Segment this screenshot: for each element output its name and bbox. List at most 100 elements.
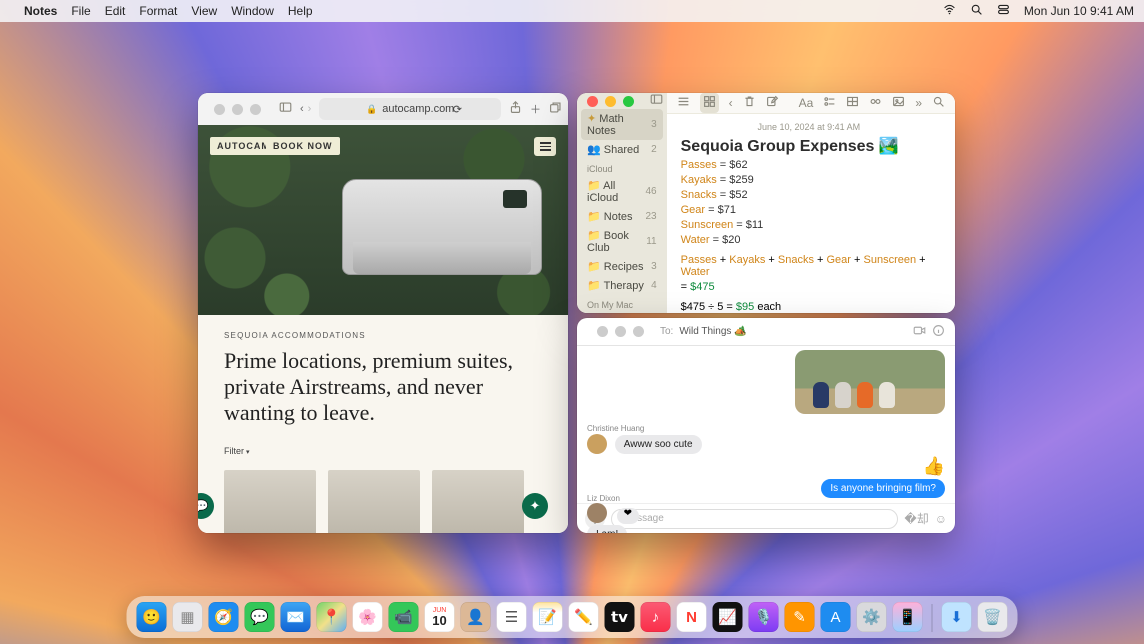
sidebar-item-math-notes[interactable]: ✦ Math Notes 3 bbox=[581, 109, 663, 140]
format-icon[interactable]: Aa bbox=[799, 96, 814, 110]
chat-fab-icon[interactable]: 💬 bbox=[198, 493, 214, 519]
view-grid-icon[interactable] bbox=[700, 93, 719, 113]
incoming-message[interactable]: Awww soo cute bbox=[615, 435, 702, 454]
dock-tv-icon[interactable]: 𝘁𝘃 bbox=[605, 602, 635, 632]
dock-contacts-icon[interactable]: 👤 bbox=[461, 602, 491, 632]
accessibility-fab-icon[interactable]: ✦ bbox=[522, 493, 548, 519]
back-icon[interactable]: ‹ bbox=[300, 103, 304, 115]
new-tab-icon[interactable]: ＋ bbox=[530, 101, 541, 117]
menu-edit[interactable]: Edit bbox=[105, 4, 126, 18]
share-icon[interactable] bbox=[509, 101, 522, 117]
hamburger-menu-icon[interactable] bbox=[534, 137, 556, 156]
outgoing-message[interactable]: Is anyone bringing film? bbox=[821, 479, 945, 498]
menu-format[interactable]: Format bbox=[139, 4, 177, 18]
notes-toolbar: ‹ Aa » bbox=[667, 93, 955, 114]
view-list-icon[interactable] bbox=[677, 95, 690, 111]
thumbnail[interactable] bbox=[328, 470, 420, 533]
dock-music-icon[interactable]: ♪ bbox=[641, 602, 671, 632]
sidebar-section-on-my-mac: On My Mac bbox=[577, 295, 667, 312]
message-input[interactable]: iMessage bbox=[611, 509, 898, 529]
close-button[interactable] bbox=[587, 96, 598, 107]
dock-messages-icon[interactable]: 💬 bbox=[245, 602, 275, 632]
dictation-icon[interactable]: �却 bbox=[904, 510, 928, 527]
dock-iphone-mirroring-icon[interactable]: 📱 bbox=[893, 602, 923, 632]
menu-window[interactable]: Window bbox=[231, 4, 274, 18]
sidebar-item-all-icloud[interactable]: 📁 All iCloud46 bbox=[577, 176, 667, 207]
minimize-button[interactable] bbox=[605, 96, 616, 107]
sidebar-item-notes[interactable]: 📁 Notes23 bbox=[577, 207, 667, 226]
thumbnail[interactable] bbox=[224, 470, 316, 533]
shared-photo[interactable] bbox=[795, 350, 945, 414]
more-icon[interactable]: » bbox=[915, 96, 922, 110]
incoming-message[interactable]: I am! bbox=[587, 525, 627, 533]
filter-dropdown[interactable]: Filter bbox=[224, 446, 542, 456]
facetime-icon[interactable] bbox=[913, 324, 926, 340]
zoom-button[interactable] bbox=[623, 96, 634, 107]
conversation: Christine Huang Awww soo cute 👍 Is anyon… bbox=[577, 346, 955, 503]
media-icon[interactable] bbox=[892, 95, 905, 111]
zoom-button[interactable] bbox=[633, 326, 644, 337]
compose-icon[interactable] bbox=[766, 95, 779, 111]
dock-notes-icon[interactable]: 📝 bbox=[533, 602, 563, 632]
link-icon[interactable] bbox=[869, 95, 882, 111]
emoji-picker-icon[interactable]: ☺ bbox=[935, 512, 947, 526]
dock-downloads-icon[interactable]: ⬇ bbox=[942, 602, 972, 632]
page-content: SEQUOIA ACCOMMODATIONS Prime locations, … bbox=[198, 315, 568, 533]
zoom-button[interactable] bbox=[250, 104, 261, 115]
dock-mail-icon[interactable]: ✉️ bbox=[281, 602, 311, 632]
wifi-icon[interactable] bbox=[943, 3, 956, 19]
address-bar[interactable]: autocamp.com ⟳ bbox=[319, 98, 501, 120]
delete-icon[interactable] bbox=[743, 95, 756, 111]
table-icon[interactable] bbox=[846, 95, 859, 111]
note-date: June 10, 2024 at 9:41 AM bbox=[681, 122, 937, 132]
forward-icon[interactable]: › bbox=[308, 103, 312, 115]
dock-finder-icon[interactable]: 🙂 bbox=[137, 602, 167, 632]
hero-image: AUTOCAMP BOOK NOW bbox=[198, 125, 568, 315]
dock-news-icon[interactable]: N bbox=[677, 602, 707, 632]
dock-safari-icon[interactable]: 🧭 bbox=[209, 602, 239, 632]
dock-podcasts-icon[interactable]: 🎙️ bbox=[749, 602, 779, 632]
menubar-clock[interactable]: Mon Jun 10 9:41 AM bbox=[1024, 4, 1134, 18]
dock-facetime-icon[interactable]: 📹 bbox=[389, 602, 419, 632]
note-content[interactable]: June 10, 2024 at 9:41 AM Sequoia Group E… bbox=[667, 114, 955, 313]
minimize-button[interactable] bbox=[232, 104, 243, 115]
close-button[interactable] bbox=[597, 326, 608, 337]
tabs-icon[interactable] bbox=[549, 101, 562, 117]
book-now-button[interactable]: BOOK NOW bbox=[266, 137, 340, 155]
reload-icon[interactable]: ⟳ bbox=[453, 103, 462, 116]
dock-freeform-icon[interactable]: ✏️ bbox=[569, 602, 599, 632]
thumbnail[interactable] bbox=[432, 470, 524, 533]
minimize-button[interactable] bbox=[615, 326, 626, 337]
close-button[interactable] bbox=[214, 104, 225, 115]
sidebar-toggle-icon[interactable] bbox=[279, 101, 292, 117]
menu-file[interactable]: File bbox=[71, 4, 90, 18]
sidebar-item-book-club[interactable]: 📁 Book Club11 bbox=[577, 226, 667, 257]
dock-pages-icon[interactable]: ✎ bbox=[785, 602, 815, 632]
menu-view[interactable]: View bbox=[191, 4, 217, 18]
checklist-icon[interactable] bbox=[823, 95, 836, 111]
notes-window: ✦ Math Notes 3 👥 Shared 2 iCloud 📁 All i… bbox=[577, 93, 955, 313]
dock-appstore-icon[interactable]: A bbox=[821, 602, 851, 632]
dock-maps-icon[interactable]: 📍 bbox=[317, 602, 347, 632]
menu-help[interactable]: Help bbox=[288, 4, 313, 18]
sidebar-item-shared[interactable]: 👥 Shared 2 bbox=[577, 140, 667, 159]
sidebar-item-therapy[interactable]: 📁 Therapy4 bbox=[577, 276, 667, 295]
sidebar-item-recipes[interactable]: 📁 Recipes3 bbox=[577, 257, 667, 276]
search-icon[interactable] bbox=[970, 3, 983, 19]
menubar-app-name[interactable]: Notes bbox=[24, 4, 57, 18]
search-icon[interactable] bbox=[932, 95, 945, 111]
back-icon[interactable]: ‹ bbox=[729, 96, 733, 110]
dock-reminders-icon[interactable]: ☰ bbox=[497, 602, 527, 632]
dock-stocks-icon[interactable]: 📈 bbox=[713, 602, 743, 632]
tapback-icon[interactable]: ❤ bbox=[617, 508, 639, 524]
dock-trash-icon[interactable]: 🗑️ bbox=[978, 602, 1008, 632]
dock-launchpad-icon[interactable]: ▦ bbox=[173, 602, 203, 632]
to-value[interactable]: Wild Things 🏕️ bbox=[679, 326, 746, 337]
sidebar-item-local-notes[interactable]: 📁 Notes9 bbox=[577, 312, 667, 313]
dock-photos-icon[interactable]: 🌸 bbox=[353, 602, 383, 632]
dock-calendar-icon[interactable]: JUN10 bbox=[425, 602, 455, 632]
dock-settings-icon[interactable]: ⚙️ bbox=[857, 602, 887, 632]
sidebar-toggle-icon[interactable] bbox=[650, 93, 663, 109]
info-icon[interactable] bbox=[932, 324, 945, 340]
control-center-icon[interactable] bbox=[997, 3, 1010, 19]
